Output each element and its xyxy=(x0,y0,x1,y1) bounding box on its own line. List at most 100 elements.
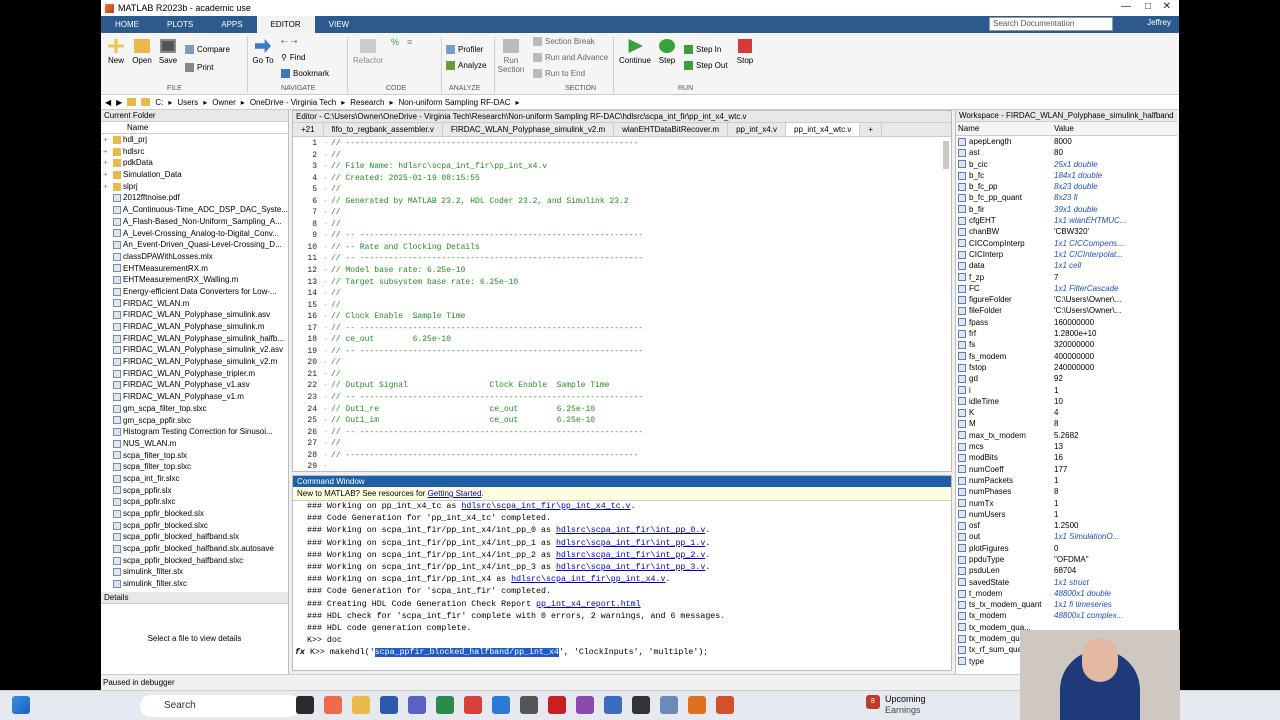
workspace-variable-row[interactable]: fs 320000000 xyxy=(956,339,1177,350)
file-item[interactable]: NUS_WLAN.m xyxy=(103,438,288,450)
command-window[interactable]: Command Window New to MATLAB? See resour… xyxy=(292,475,952,671)
workspace-variable-row[interactable]: numUsers 1 xyxy=(956,509,1177,520)
workspace-variable-row[interactable]: t_modem 48800x1 double xyxy=(956,588,1177,599)
output-link[interactable]: hdlsrc\scpa_int_fir\int_pp_2.v xyxy=(556,551,705,560)
workspace-variable-row[interactable]: b_fc_pp_quant 8x23 fi xyxy=(956,192,1177,203)
close-icon[interactable]: ✕ xyxy=(1163,1,1171,12)
output-link[interactable]: hdlsrc\scpa_int_fir\int_pp_3.v xyxy=(556,563,705,572)
file-item[interactable]: EHTMeasurementRX.m xyxy=(103,263,288,275)
file-item[interactable]: 2012fftnoise.pdf xyxy=(103,192,288,204)
file-item[interactable]: scpa_ppfir_blocked.slxc xyxy=(103,520,288,532)
profiler-button[interactable]: Profiler xyxy=(446,45,483,54)
workspace-variable-row[interactable]: fs_modem 400000000 xyxy=(956,351,1177,362)
folder-item[interactable]: + slprj xyxy=(103,181,288,193)
workspace-variable-row[interactable]: b_fc_pp 8x23 double xyxy=(956,181,1177,192)
app-icon[interactable] xyxy=(520,696,538,714)
workspace-variable-row[interactable]: numTx 1 xyxy=(956,498,1177,509)
new-button[interactable]: New xyxy=(105,39,127,65)
windows-start-icon[interactable] xyxy=(12,696,30,714)
workspace-variable-row[interactable]: osf 1.2500 xyxy=(956,520,1177,531)
workspace-variable-row[interactable]: frf 1.2800e+10 xyxy=(956,328,1177,339)
folder-item[interactable]: + hdlsrc xyxy=(103,146,288,158)
breadcrumb-item[interactable]: Owner xyxy=(212,98,236,107)
folder-item[interactable]: + Simulation_Data xyxy=(103,169,288,181)
task-view-icon[interactable] xyxy=(296,696,314,714)
file-item[interactable]: Energy-efficient Data Converters for Low… xyxy=(103,286,288,298)
file-item[interactable]: A_Continuous-Time_ADC_DSP_DAC_Syste... xyxy=(103,204,288,216)
search-documentation-input[interactable]: Search Documentation xyxy=(989,17,1113,31)
file-item[interactable]: scpa_ppfir_blocked_halfband.slx.autosave xyxy=(103,543,288,555)
workspace-variable-row[interactable]: numCoeff 177 xyxy=(956,464,1177,475)
folder-item[interactable]: + pdkData xyxy=(103,157,288,169)
breadcrumb-item[interactable]: OneDrive - Virginia Tech xyxy=(250,98,336,107)
tab-apps[interactable]: APPS xyxy=(207,16,256,33)
workspace-variable-row[interactable]: fileFolder 'C:\Users\Owner\... xyxy=(956,305,1177,316)
file-item[interactable]: An_Event-Driven_Quasi-Level-Crossing_D..… xyxy=(103,239,288,251)
editor-tab[interactable]: wlanEHTDataBitRecover.m xyxy=(614,123,729,136)
file-item[interactable]: scpa_ppfir_blocked_halfband.slxc xyxy=(103,555,288,567)
file-item[interactable]: classDPAWithLosses.mlx xyxy=(103,251,288,263)
compare-button[interactable]: Compare xyxy=(185,45,230,54)
workspace-variable-row[interactable]: idleTime 10 xyxy=(956,396,1177,407)
run-and-advance-button[interactable]: Run and Advance xyxy=(533,53,608,62)
find-button[interactable]: ⚲ Find xyxy=(281,53,305,62)
file-item[interactable]: A_Flash-Based_Non-Uniform_Sampling_A... xyxy=(103,216,288,228)
tab-editor[interactable]: EDITOR xyxy=(256,16,315,33)
new-tab-button[interactable]: + xyxy=(860,123,883,136)
selected-text[interactable]: scpa_ppfir_blocked_halfband/pp_int_x4 xyxy=(374,648,559,658)
workspace-variable-row[interactable]: data 1x1 cell xyxy=(956,260,1177,271)
workspace-variable-row[interactable]: K4 xyxy=(956,407,1177,418)
workspace-variable-row[interactable]: fpass 160000000 xyxy=(956,317,1177,328)
breadcrumb-drive[interactable]: C: xyxy=(155,98,163,107)
workspace-variable-row[interactable]: ppduType "OFDMA" xyxy=(956,554,1177,565)
workspace-variable-row[interactable]: modBits 16 xyxy=(956,452,1177,463)
browse-folder-icon[interactable] xyxy=(141,98,151,106)
workspace-variable-row[interactable]: max_tx_modem 5.2682 xyxy=(956,430,1177,441)
workspace-variable-row[interactable]: i1 xyxy=(956,385,1177,396)
acrobat-icon[interactable] xyxy=(548,696,566,714)
file-item[interactable]: FIRDAC_WLAN_Polyphase_simulink_v2.asv xyxy=(103,344,288,356)
workspace-variable-row[interactable]: chanBW 'CBW320' xyxy=(956,226,1177,237)
run-section-button[interactable]: Run Section xyxy=(497,39,525,74)
terminal-icon[interactable] xyxy=(632,696,650,714)
file-item[interactable]: scpa_ppfir.slxc xyxy=(103,496,288,508)
print-button[interactable]: Print xyxy=(185,63,213,72)
workspace-variable-row[interactable]: mcs 13 xyxy=(956,441,1177,452)
vscode-icon[interactable] xyxy=(492,696,510,714)
tab-plots[interactable]: PLOTS xyxy=(153,16,207,33)
workspace-variable-row[interactable]: cfgEHT 1x1 wlanEHTMUC... xyxy=(956,215,1177,226)
stop-button[interactable]: Stop xyxy=(733,39,757,65)
outlook-icon[interactable] xyxy=(380,696,398,714)
file-item[interactable]: gm_scpa_filter_top.slxc xyxy=(103,403,288,415)
name-column-header[interactable]: Name xyxy=(101,122,288,134)
workspace-variable-row[interactable]: b_fir 39x1 double xyxy=(956,204,1177,215)
continue-button[interactable]: Continue xyxy=(617,39,653,65)
workspace-variable-row[interactable]: M8 xyxy=(956,418,1177,429)
file-item[interactable]: FIRDAC_WLAN_Polyphase_simulink.asv xyxy=(103,309,288,321)
section-break-button[interactable]: Section Break xyxy=(533,37,595,46)
command-prompt-line[interactable]: fx K>> makehdl('scpa_ppfir_blocked_halfb… xyxy=(293,647,951,659)
teams-icon[interactable] xyxy=(408,696,426,714)
back-forward-buttons[interactable]: ⇠ ⇢ xyxy=(281,37,297,46)
address-bar[interactable]: ◀ ▶ C: ▸ Users ▸ Owner ▸ OneDrive - Virgini… xyxy=(101,95,1179,110)
upcoming-title[interactable]: Upcoming xyxy=(885,694,926,704)
file-item[interactable]: scpa_int_fir.slxc xyxy=(103,473,288,485)
workspace-value-header[interactable]: Value xyxy=(1054,122,1174,135)
excel-icon[interactable] xyxy=(436,696,454,714)
editor-scrollbar[interactable] xyxy=(943,141,949,169)
user-menu[interactable]: Jeffrey xyxy=(1147,18,1171,27)
file-item[interactable]: FIRDAC_WLAN_Polyphase_tripler.m xyxy=(103,368,288,380)
file-item[interactable]: A_Level-Crossing_Analog-to-Digital_Conv.… xyxy=(103,228,288,240)
output-link[interactable]: hdlsrc\scpa_int_fir\int_pp_1.v xyxy=(556,539,705,548)
breadcrumb-item[interactable]: Non-uniform Sampling RF-DAC xyxy=(399,98,511,107)
file-item[interactable]: gm_scpa_ppfir.slxc xyxy=(103,415,288,427)
workspace-variable-row[interactable]: numPhases 8 xyxy=(956,486,1177,497)
step-button[interactable]: Step xyxy=(655,39,679,65)
workspace-variable-row[interactable]: b_cic 25x1 double xyxy=(956,159,1177,170)
tab-view[interactable]: VIEW xyxy=(315,16,363,33)
code-area[interactable]: 1-// -----------------------------------… xyxy=(293,138,939,470)
file-item[interactable]: FIRDAC_WLAN_Polyphase_simulink_v2.m xyxy=(103,356,288,368)
getting-started-link[interactable]: Getting Started xyxy=(428,489,482,498)
app-icon[interactable] xyxy=(604,696,622,714)
file-item[interactable]: FIRDAC_WLAN_Polyphase_v1.asv xyxy=(103,379,288,391)
